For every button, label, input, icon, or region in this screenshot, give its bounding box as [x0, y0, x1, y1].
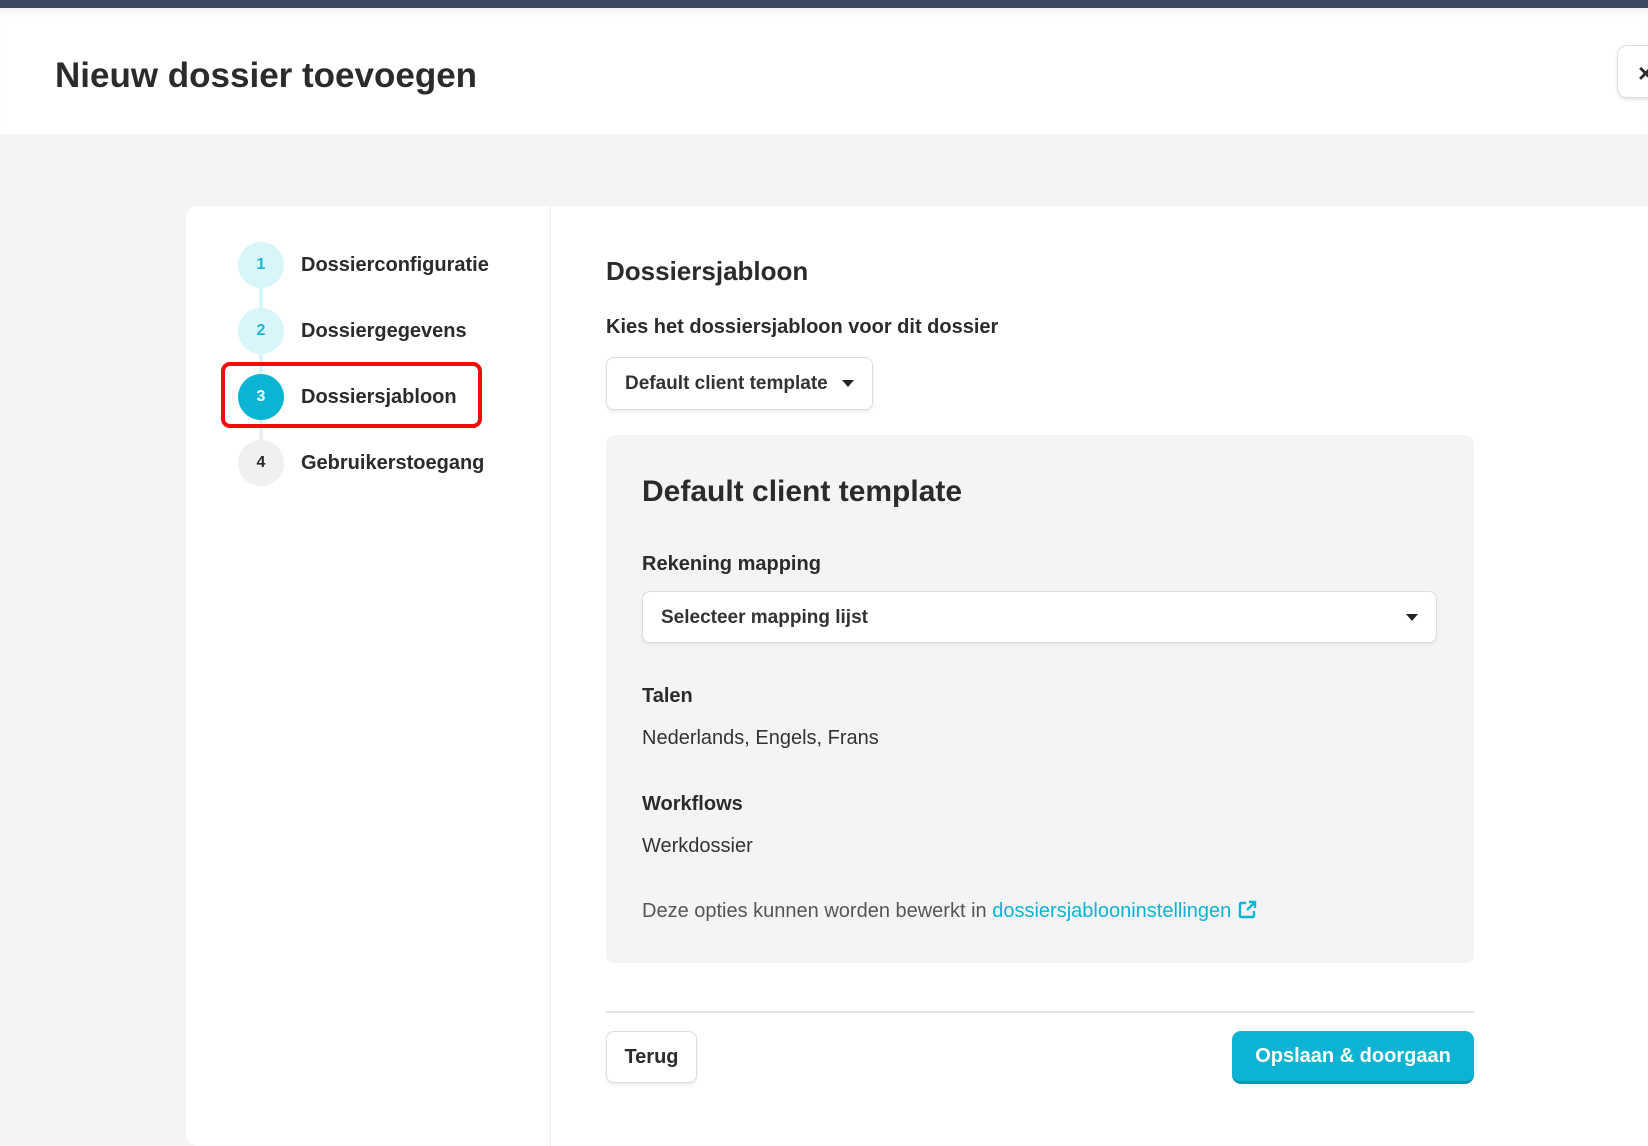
caret-down-icon	[841, 380, 854, 388]
footer-divider	[606, 1011, 1474, 1013]
workflows-value: Werkdossier	[642, 835, 753, 857]
template-dropdown[interactable]: Default client template	[606, 357, 873, 410]
caret-down-icon	[1406, 614, 1418, 621]
languages-value: Nederlands, Engels, Frans	[642, 727, 879, 749]
step-label: Gebruikerstoegang	[301, 451, 485, 474]
modal-header: Nieuw dossier toevoegen ×	[0, 8, 1648, 134]
save-continue-button[interactable]: Opslaan & doorgaan	[1232, 1031, 1474, 1084]
wizard-card: 1 Dossierconfiguratie 2 Dossiergegevens …	[186, 206, 1648, 1146]
back-button[interactable]: Terug	[606, 1031, 697, 1083]
mapping-placeholder: Selecteer mapping lijst	[661, 607, 868, 628]
languages-label: Talen	[642, 685, 693, 707]
settings-note: Deze opties kunnen worden bewerkt in dos…	[642, 900, 1257, 923]
settings-link-text: dossiersjablooninstellingen	[992, 900, 1232, 922]
close-icon: ×	[1638, 58, 1648, 88]
page-title: Nieuw dossier toevoegen	[55, 56, 478, 95]
section-heading: Dossiersjabloon	[606, 256, 809, 286]
top-bar	[0, 0, 1648, 8]
mapping-label: Rekening mapping	[642, 553, 821, 575]
external-link-icon	[1239, 900, 1257, 919]
step-number: 3	[238, 374, 284, 420]
step-number: 2	[238, 308, 284, 354]
step-label: Dossiergegevens	[301, 319, 467, 342]
step-label: Dossierconfiguratie	[301, 253, 489, 276]
close-button[interactable]: ×	[1617, 45, 1648, 98]
workflows-label: Workflows	[642, 793, 743, 815]
template-details-panel: Default client template Rekening mapping…	[606, 435, 1474, 963]
template-value: Default client template	[625, 373, 828, 394]
note-text: Deze opties kunnen worden bewerkt in	[642, 900, 987, 922]
step-gebruikerstoegang[interactable]: 4 Gebruikerstoegang	[238, 440, 484, 486]
settings-link[interactable]: dossiersjablooninstellingen	[992, 900, 1257, 922]
step-dossiergegevens[interactable]: 2 Dossiergegevens	[238, 308, 467, 354]
stepper: 1 Dossierconfiguratie 2 Dossiergegevens …	[186, 206, 551, 1146]
template-label: Kies het dossiersjabloon voor dit dossie…	[606, 316, 999, 338]
mapping-select[interactable]: Selecteer mapping lijst	[642, 591, 1437, 643]
step-dossierconfiguratie[interactable]: 1 Dossierconfiguratie	[238, 242, 489, 288]
step-number: 4	[238, 440, 284, 486]
panel-heading: Default client template	[642, 475, 963, 508]
step-number: 1	[238, 242, 284, 288]
